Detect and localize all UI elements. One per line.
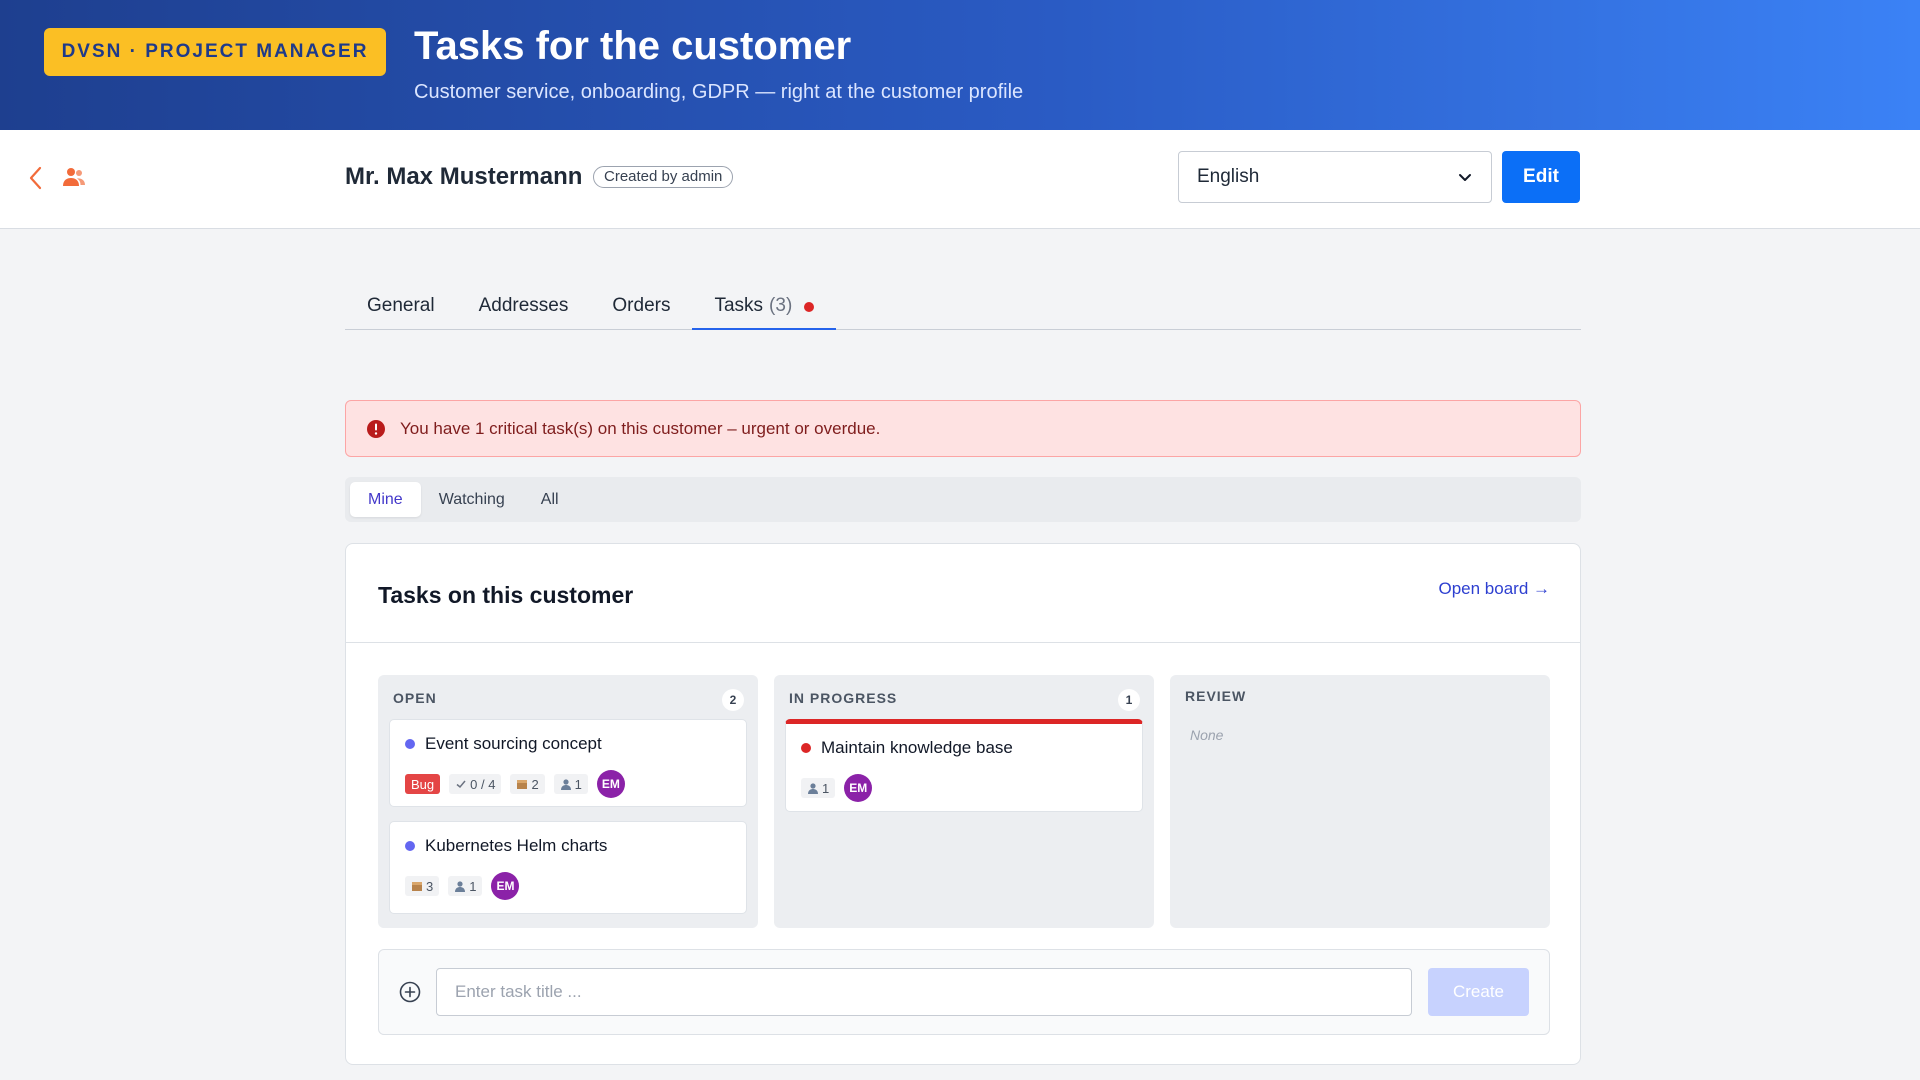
task-card-critical[interactable]: Maintain knowledge base 1 EM bbox=[785, 719, 1143, 812]
priority-dot bbox=[801, 743, 811, 753]
language-select[interactable]: English bbox=[1178, 151, 1492, 203]
priority-dot bbox=[405, 841, 415, 851]
chevron-down-icon bbox=[1459, 174, 1471, 181]
filter-all[interactable]: All bbox=[523, 482, 577, 517]
tab-tasks[interactable]: Tasks (3) bbox=[692, 286, 837, 330]
people-count: 1 bbox=[469, 878, 477, 894]
checklist-value: 0 / 4 bbox=[470, 776, 496, 792]
task-filter: Mine Watching All bbox=[345, 477, 1581, 522]
tab-label: Orders bbox=[612, 295, 671, 316]
people-count: 1 bbox=[574, 776, 582, 792]
banner-title: Tasks for the customer bbox=[414, 24, 852, 68]
task-card[interactable]: Kubernetes Helm charts 3 1 EM bbox=[389, 821, 747, 914]
filter-mine[interactable]: Mine bbox=[350, 482, 421, 517]
task-title: Kubernetes Helm charts bbox=[405, 836, 607, 856]
package-chip: 2 bbox=[510, 774, 545, 794]
brand-badge: DVSN · PROJECT MANAGER bbox=[44, 28, 386, 76]
column-in-progress: IN PROGRESS 1 Maintain knowledge base 1 … bbox=[774, 675, 1154, 928]
filter-watching[interactable]: Watching bbox=[421, 482, 523, 517]
task-title-text: Kubernetes Helm charts bbox=[425, 836, 608, 855]
column-review: REVIEW None bbox=[1170, 675, 1550, 928]
card-header: Tasks on this customer Open board → bbox=[346, 544, 1580, 643]
users-icon bbox=[63, 168, 85, 186]
tab-label: Tasks bbox=[714, 295, 764, 316]
task-meta: 1 EM bbox=[801, 774, 873, 802]
critical-task-alert: You have 1 critical task(s) on this cust… bbox=[345, 400, 1581, 457]
task-card[interactable]: Event sourcing concept Bug 0 / 4 2 1 EM bbox=[389, 719, 747, 807]
hero-banner: DVSN · PROJECT MANAGER Tasks for the cus… bbox=[0, 0, 1920, 130]
column-count: 2 bbox=[722, 689, 744, 711]
card-title: Tasks on this customer bbox=[378, 582, 634, 608]
create-task-button[interactable]: Create bbox=[1428, 968, 1529, 1016]
package-count: 2 bbox=[531, 776, 539, 792]
banner-subtitle: Customer service, onboarding, GDPR — rig… bbox=[414, 81, 1024, 103]
assignee-avatar: EM bbox=[596, 770, 625, 798]
column-title: IN PROGRESS bbox=[789, 690, 898, 706]
language-select-value: English bbox=[1197, 166, 1260, 187]
people-chip: 1 bbox=[448, 876, 483, 896]
created-by-badge: Created by admin bbox=[593, 166, 734, 188]
tab-label: Addresses bbox=[478, 295, 569, 316]
critical-indicator-dot bbox=[804, 302, 815, 312]
priority-dot bbox=[405, 739, 415, 749]
assignee-avatar: EM bbox=[844, 774, 873, 802]
quick-create-task: Create bbox=[378, 949, 1550, 1035]
tab-count: (3) bbox=[769, 295, 793, 316]
task-title-text: Event sourcing concept bbox=[425, 734, 602, 753]
tab-addresses[interactable]: Addresses bbox=[457, 286, 591, 330]
column-open: OPEN 2 Event sourcing concept Bug 0 / 4 … bbox=[378, 675, 758, 928]
tab-orders[interactable]: Orders bbox=[590, 286, 692, 330]
assignee-avatar: EM bbox=[491, 872, 520, 900]
bug-tag: Bug bbox=[405, 774, 441, 794]
customer-name: Mr. Max Mustermann bbox=[345, 163, 583, 190]
task-meta: Bug 0 / 4 2 1 EM bbox=[405, 770, 625, 798]
person-icon bbox=[455, 881, 466, 892]
column-title: OPEN bbox=[393, 690, 437, 706]
checklist-chip: 0 / 4 bbox=[449, 774, 502, 794]
customer-header: Mr. Max Mustermann Created by admin Engl… bbox=[0, 130, 1920, 229]
column-empty-text: None bbox=[1190, 727, 1224, 743]
column-title: REVIEW bbox=[1185, 688, 1247, 704]
tasks-card: Tasks on this customer Open board → OPEN… bbox=[345, 543, 1581, 1065]
package-chip: 3 bbox=[405, 876, 440, 896]
edit-button[interactable]: Edit bbox=[1502, 151, 1580, 203]
task-title-input[interactable] bbox=[436, 968, 1412, 1016]
package-icon bbox=[517, 780, 528, 789]
tab-general[interactable]: General bbox=[345, 286, 457, 330]
task-title: Event sourcing concept bbox=[405, 734, 602, 754]
alert-text: You have 1 critical task(s) on this cust… bbox=[400, 418, 881, 438]
task-meta: 3 1 EM bbox=[405, 872, 520, 900]
package-icon bbox=[412, 882, 422, 891]
plus-circle-icon bbox=[399, 981, 421, 1003]
people-chip: 1 bbox=[553, 774, 588, 794]
package-count: 3 bbox=[426, 878, 434, 894]
alert-circle-icon bbox=[367, 419, 385, 438]
person-icon bbox=[808, 783, 818, 794]
check-icon bbox=[456, 780, 466, 789]
task-title: Maintain knowledge base bbox=[801, 738, 1013, 758]
chevron-left-icon[interactable] bbox=[26, 164, 46, 192]
open-board-link[interactable]: Open board → bbox=[1438, 579, 1550, 599]
task-title-text: Maintain knowledge base bbox=[821, 738, 1013, 757]
tab-label: General bbox=[367, 295, 435, 316]
column-count: 1 bbox=[1118, 689, 1140, 711]
person-icon bbox=[560, 779, 571, 790]
customer-tabs: General Addresses Orders Tasks (3) bbox=[345, 286, 1581, 330]
people-chip: 1 bbox=[801, 778, 836, 798]
people-count: 1 bbox=[822, 780, 830, 796]
